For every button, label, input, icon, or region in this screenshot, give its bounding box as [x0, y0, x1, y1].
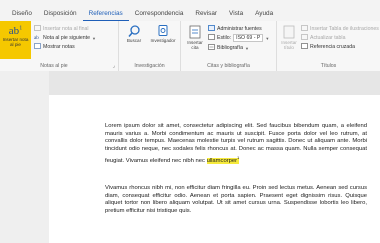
paragraph-1[interactable]: Lorem ipsum dolor sit amet, consectetur …	[105, 123, 367, 165]
footnote-reference: 1	[237, 154, 240, 160]
insert-citation-label: Insertar cita	[187, 40, 203, 51]
citations-group: Insertar cita Administrar fuentes Estilo…	[181, 21, 277, 71]
tab-references[interactable]: Referencias	[82, 10, 129, 21]
insert-table-of-figures-label: Insertar Tabla de ilustraciones	[310, 26, 379, 32]
insert-footnote-button[interactable]: ab1 Insertar nota al pie	[0, 21, 31, 59]
search-icon	[122, 24, 146, 38]
paragraph-2[interactable]: Vivamus rhoncus nibh mi, non efficitur d…	[105, 185, 367, 216]
paragraph-2-text: Vivamus rhoncus nibh mi, non efficitur d…	[105, 185, 367, 215]
insert-caption-button[interactable]: Insertar título	[279, 24, 299, 51]
next-note-icon: ab	[34, 34, 41, 42]
research-group: Buscar Investigador Investigación	[119, 21, 181, 71]
bibliography-button[interactable]: Bibliografía ▼	[208, 44, 249, 52]
update-table-label: Actualizar tabla	[310, 35, 346, 41]
researcher-icon	[147, 24, 179, 38]
bibliography-icon	[208, 44, 215, 52]
citation-style-select[interactable]: Estilo: ISO 69 - P ▼	[208, 34, 269, 42]
manage-sources-button[interactable]: Administrar fuentes	[208, 25, 262, 33]
show-notes-label: Mostrar notas	[43, 44, 75, 50]
next-footnote-label: Nota al pie siguiente	[43, 35, 91, 41]
dialog-launcher-icon[interactable]: ⌟	[113, 63, 115, 69]
tab-layout[interactable]: Disposición	[38, 10, 83, 21]
captions-group-label: Títulos	[320, 63, 337, 69]
svg-text:ab: ab	[34, 36, 39, 40]
footnote-ab-icon: ab1	[8, 25, 23, 37]
researcher-label: Investigador	[150, 38, 176, 43]
tab-view[interactable]: Vista	[223, 10, 249, 21]
citation-icon	[184, 24, 206, 40]
update-icon	[301, 34, 308, 42]
insert-endnote-label: Insertar nota al final	[43, 26, 89, 32]
manage-sources-icon	[208, 25, 215, 33]
cross-reference-label: Referencia cruzada	[310, 44, 355, 50]
chevron-down-icon: ▼	[244, 45, 249, 51]
show-notes-button[interactable]: Mostrar notas	[34, 43, 75, 51]
cross-reference-button[interactable]: Referencia cruzada	[301, 43, 355, 51]
manage-sources-label: Administrar fuentes	[217, 26, 262, 32]
style-value: ISO 69 - P	[233, 34, 264, 42]
highlighted-word: ullamcorper1	[206, 154, 240, 164]
endnote-icon	[34, 25, 41, 33]
footnotes-group-label: Notas al pie	[40, 63, 68, 69]
chevron-down-icon: ▼	[92, 35, 96, 41]
left-margin-area	[0, 71, 49, 243]
insert-footnote-label: Insertar nota al pie	[2, 37, 29, 47]
show-notes-icon	[34, 43, 41, 51]
captions-group: Insertar título Insertar Tabla de ilustr…	[277, 21, 380, 71]
insert-endnote-button[interactable]: Insertar nota al final	[34, 25, 89, 33]
word-window: Diseño Disposición Referencias Correspon…	[0, 0, 380, 243]
bibliography-label: Bibliografía	[217, 45, 243, 51]
search-label: Buscar	[126, 38, 142, 43]
chevron-down-icon: ▼	[265, 35, 270, 41]
caption-icon	[279, 24, 299, 40]
cross-reference-icon	[301, 43, 308, 51]
insert-citation-button[interactable]: Insertar cita	[184, 24, 206, 51]
tab-design[interactable]: Diseño	[6, 10, 38, 21]
insert-table-of-figures-button[interactable]: Insertar Tabla de ilustraciones	[301, 25, 379, 33]
highlighted-word-text: ullamcorper	[206, 157, 238, 164]
citations-group-label: Citas y bibliografía	[207, 63, 250, 69]
tab-mailings[interactable]: Correspondencia	[129, 10, 190, 21]
search-button[interactable]: Buscar	[122, 24, 146, 43]
style-label: Estilo:	[217, 35, 232, 41]
tab-review[interactable]: Revisar	[189, 10, 223, 21]
ribbon-tabs: Diseño Disposición Referencias Correspon…	[0, 0, 380, 21]
style-icon	[208, 34, 215, 42]
tab-help[interactable]: Ayuda	[249, 10, 279, 21]
footnotes-group: ab1 Insertar nota al pie Insertar nota a…	[0, 21, 119, 71]
ribbon: ab1 Insertar nota al pie Insertar nota a…	[0, 21, 380, 72]
document-page[interactable]: Lorem ipsum dolor sit amet, consectetur …	[49, 95, 380, 243]
table-of-figures-icon	[301, 25, 308, 33]
researcher-button[interactable]: Investigador	[147, 24, 179, 43]
research-group-label: Investigación	[134, 63, 165, 69]
next-footnote-button[interactable]: ab Nota al pie siguiente ▼	[34, 34, 96, 42]
insert-caption-label: Insertar título	[281, 40, 297, 51]
update-table-button[interactable]: Actualizar tabla	[301, 34, 345, 42]
